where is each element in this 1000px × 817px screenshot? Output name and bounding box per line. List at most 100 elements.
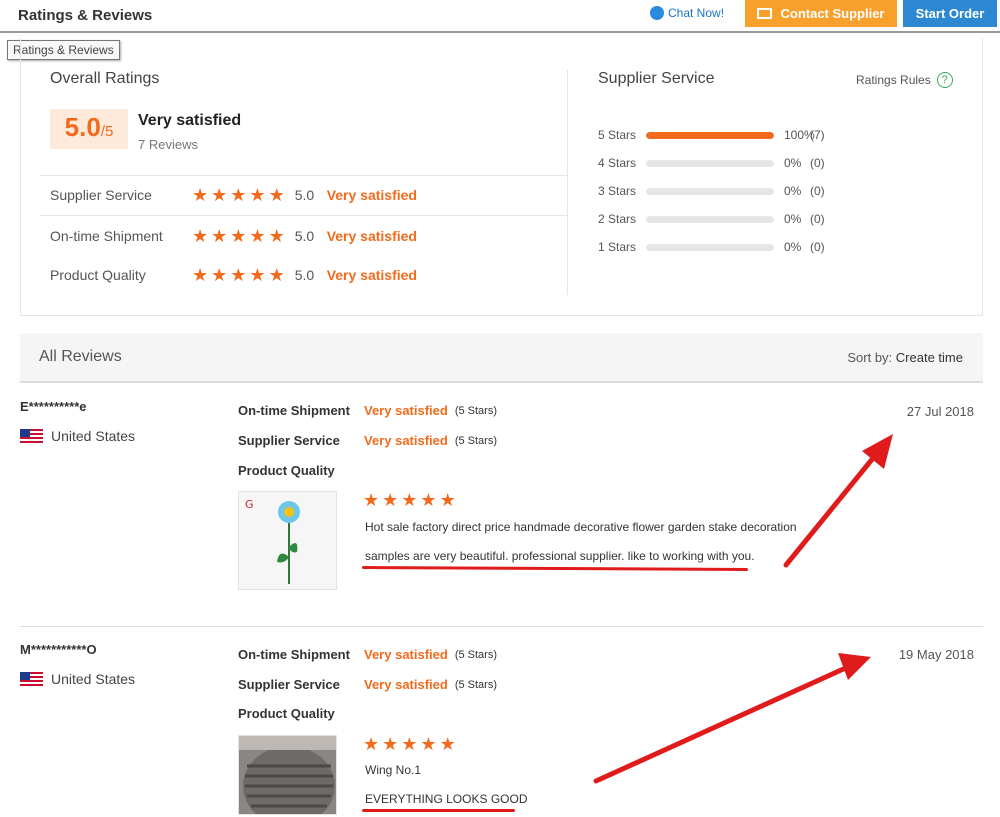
all-reviews-header: All Reviews Sort by: Create time bbox=[20, 333, 983, 383]
star-icon: ★ bbox=[192, 265, 209, 285]
category-divider bbox=[40, 215, 568, 216]
star-rating: ★ ★ ★ ★ ★ bbox=[192, 227, 285, 245]
product-name[interactable]: Hot sale factory direct price handmade d… bbox=[365, 520, 797, 534]
star-icon: ★ bbox=[249, 265, 266, 285]
bar-percent: 0% bbox=[784, 156, 802, 170]
rating-bar-1-stars: 1 Stars 0% (0) bbox=[598, 240, 838, 254]
start-order-button[interactable]: Start Order bbox=[903, 0, 997, 27]
bar-track bbox=[646, 131, 774, 139]
star-icon: ★ bbox=[211, 226, 228, 246]
bar-label: 5 Stars bbox=[598, 128, 637, 142]
star-rating: ★ ★ ★ ★ ★ bbox=[192, 186, 285, 204]
category-row-on-time-shipment: On-time Shipment ★ ★ ★ ★ ★ 5.0 Very satisfie… bbox=[50, 226, 450, 246]
ratings-rules-label: Ratings Rules bbox=[856, 73, 931, 87]
star-icon: ★ bbox=[363, 734, 380, 754]
bar-fill bbox=[646, 131, 774, 139]
chat-now-label: Chat Now! bbox=[668, 6, 725, 20]
star-icon: ★ bbox=[439, 490, 456, 510]
review-separator bbox=[20, 626, 983, 627]
review-row-supplier-service: Supplier Service Very satisfied (5 Stars… bbox=[238, 677, 497, 692]
review-row-supplier-service: Supplier Service Very satisfied (5 Stars… bbox=[238, 433, 497, 448]
star-icon: ★ bbox=[230, 226, 247, 246]
review-row-label: Supplier Service bbox=[238, 433, 340, 448]
star-icon: ★ bbox=[230, 265, 247, 285]
category-score: 5.0 bbox=[294, 267, 315, 283]
annotation-underline bbox=[361, 565, 749, 572]
sort-label: Sort by: bbox=[847, 350, 893, 365]
review-row-stars: (5 Stars) bbox=[454, 678, 498, 691]
review-row-on-time-shipment: On-time Shipment Very satisfied (5 Stars… bbox=[238, 647, 497, 662]
sort-value[interactable]: Create time bbox=[896, 350, 963, 365]
review-count: 7 Reviews bbox=[138, 137, 198, 152]
star-icon: ★ bbox=[401, 490, 418, 510]
review-star-rating: ★ ★ ★ ★ ★ bbox=[363, 735, 456, 753]
svg-text:G: G bbox=[245, 498, 254, 511]
category-label: Product Quality bbox=[50, 267, 146, 283]
star-icon: ★ bbox=[439, 734, 456, 754]
review-row-verdict: Very satisfied bbox=[364, 677, 448, 692]
reviewer-name: E**********e bbox=[20, 399, 87, 414]
rating-bar-3-stars: 3 Stars 0% (0) bbox=[598, 184, 838, 198]
chat-now-link[interactable]: Chat Now! bbox=[650, 6, 724, 20]
bar-count: (7) bbox=[810, 128, 825, 142]
star-icon: ★ bbox=[268, 185, 285, 205]
reviewer-name: M***********O bbox=[20, 642, 97, 657]
bar-count: (0) bbox=[810, 184, 825, 198]
star-icon: ★ bbox=[268, 226, 285, 246]
grill-wing-image bbox=[239, 736, 336, 814]
review-row-stars: (5 Stars) bbox=[454, 404, 498, 417]
product-thumbnail[interactable] bbox=[238, 735, 337, 815]
review-row-verdict: Very satisfied bbox=[364, 433, 448, 448]
star-icon: ★ bbox=[249, 226, 266, 246]
bar-percent: 0% bbox=[784, 184, 802, 198]
top-bar: Ratings & Reviews Chat Now! Contact Supp… bbox=[0, 0, 1000, 33]
contact-supplier-label: Contact Supplier bbox=[780, 6, 885, 21]
review-date: 19 May 2018 bbox=[898, 647, 974, 662]
rating-bar-2-stars: 2 Stars 0% (0) bbox=[598, 212, 838, 226]
bar-label: 2 Stars bbox=[598, 212, 637, 226]
mail-icon bbox=[757, 8, 773, 19]
review-row-product-quality: Product Quality bbox=[238, 463, 364, 478]
panel-divider bbox=[567, 70, 568, 295]
bar-track bbox=[646, 159, 774, 167]
annotation-underline bbox=[362, 809, 515, 812]
page-title: Ratings & Reviews bbox=[18, 7, 153, 24]
category-verdict: Very satisfied bbox=[326, 187, 417, 203]
review-row-label: Product Quality bbox=[238, 463, 335, 478]
question-icon[interactable]: ? bbox=[936, 72, 953, 88]
bar-count: (0) bbox=[810, 156, 825, 170]
overall-score: 5.0 bbox=[64, 112, 101, 142]
review-row-label: Supplier Service bbox=[238, 677, 340, 692]
review-star-rating: ★ ★ ★ ★ ★ bbox=[363, 491, 456, 509]
annotation-arrow bbox=[593, 653, 871, 784]
country-name: United States bbox=[51, 671, 136, 687]
bar-track bbox=[646, 187, 774, 195]
ratings-rules-link[interactable]: Ratings Rules ? bbox=[856, 72, 953, 88]
bar-label: 3 Stars bbox=[598, 184, 637, 198]
product-name[interactable]: Wing No.1 bbox=[365, 763, 421, 777]
us-flag-icon bbox=[20, 428, 43, 444]
rating-bar-5-stars: 5 Stars 100% (7) bbox=[598, 128, 838, 142]
overall-ratings-title: Overall Ratings bbox=[50, 70, 160, 87]
contact-supplier-button[interactable]: Contact Supplier bbox=[745, 0, 897, 27]
us-flag-icon bbox=[20, 671, 43, 687]
star-icon: ★ bbox=[420, 490, 437, 510]
review-row-stars: (5 Stars) bbox=[454, 648, 498, 661]
product-thumbnail[interactable]: G bbox=[238, 491, 337, 590]
review-row-product-quality: Product Quality bbox=[238, 706, 364, 721]
overall-score-max: /5 bbox=[100, 123, 114, 140]
bar-count: (0) bbox=[810, 240, 825, 254]
flower-stake-image: G bbox=[239, 492, 336, 589]
sort-control[interactable]: Sort by: Create time bbox=[847, 350, 963, 365]
chat-icon bbox=[650, 6, 664, 20]
star-icon: ★ bbox=[211, 265, 228, 285]
star-icon: ★ bbox=[268, 265, 285, 285]
review-comment: EVERYTHING LOOKS GOOD bbox=[365, 792, 528, 806]
country-name: United States bbox=[51, 428, 136, 444]
bar-count: (0) bbox=[810, 212, 825, 226]
review-row-label: On-time Shipment bbox=[238, 647, 350, 662]
category-row-product-quality: Product Quality ★ ★ ★ ★ ★ 5.0 Very satisfied bbox=[50, 265, 450, 285]
category-label: Supplier Service bbox=[50, 187, 152, 203]
star-icon: ★ bbox=[420, 734, 437, 754]
star-icon: ★ bbox=[211, 185, 228, 205]
